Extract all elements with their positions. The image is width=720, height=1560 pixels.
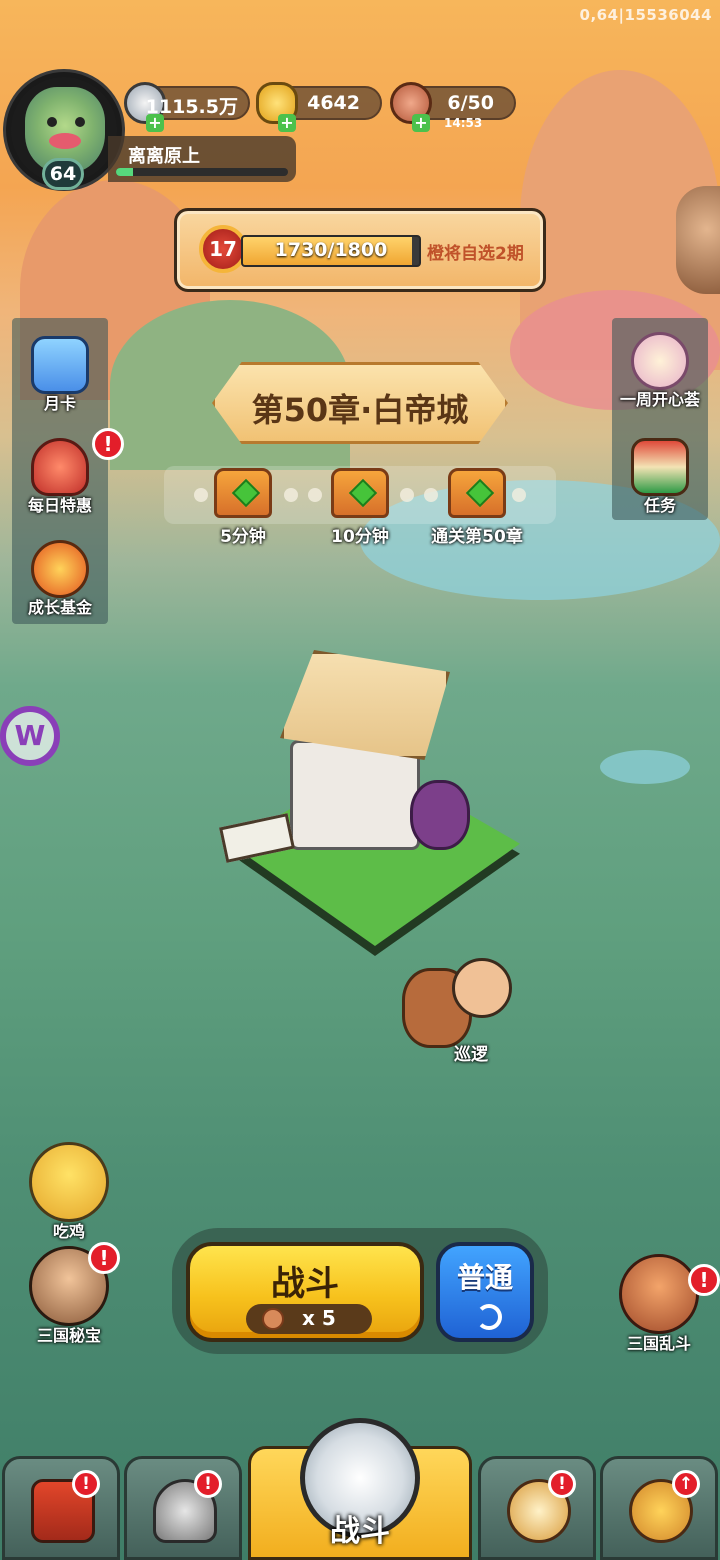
chest-label: 10分钟 xyxy=(331,527,389,547)
scroll-icon xyxy=(631,438,689,496)
difficulty-mode-label: 普通 xyxy=(456,1261,513,1294)
patrol-label: 巡逻 xyxy=(454,1045,488,1065)
patrol-unit[interactable]: 巡逻 xyxy=(402,958,522,1065)
vip-level: 17 xyxy=(199,225,247,273)
silver-resource[interactable]: + 1115.5万 xyxy=(124,82,250,132)
debug-readout: 0,64|15536044 xyxy=(579,6,712,24)
nav-upgrade-alert-icon: ↑ xyxy=(672,1470,700,1498)
chapter-title-banner: 第50章·白帝城 xyxy=(212,362,508,444)
gold-amount: 4642 xyxy=(307,92,360,114)
vip-progress-text: 1730/1800 xyxy=(274,239,388,261)
battle-button[interactable]: 战斗 x 5 xyxy=(186,1242,424,1342)
nav-recruit-alert-icon: ! xyxy=(548,1470,576,1498)
refresh-icon xyxy=(476,1304,502,1330)
progress-dot xyxy=(424,488,438,502)
progress-dot xyxy=(400,488,414,502)
rider-character xyxy=(452,958,512,1018)
chest-reward[interactable]: 10分钟 xyxy=(331,468,389,547)
gem-icon xyxy=(465,478,495,508)
gold-resource[interactable]: + 4642 xyxy=(256,82,382,132)
progress-dot xyxy=(284,488,298,502)
nav-heroes-alert-icon: ! xyxy=(194,1470,222,1498)
stamina-resource[interactable]: + 6/50 14:53 xyxy=(390,82,516,132)
nav-tab-recruit[interactable] xyxy=(478,1456,596,1560)
brawl-icon xyxy=(619,1254,699,1334)
add-stamina-button[interactable]: + xyxy=(412,114,430,132)
avatar-eye xyxy=(75,117,85,127)
battle-button-label: 战斗 xyxy=(271,1264,339,1304)
treasure-alert-icon: ! xyxy=(88,1242,120,1274)
weekly-event-label: 一周开心荟 xyxy=(619,390,700,409)
silver-amount: 1115.5万 xyxy=(145,96,238,118)
chicken-event-entry[interactable]: 吃鸡 xyxy=(14,1142,124,1242)
weekly-event-entry[interactable]: 一周开心荟 xyxy=(610,332,710,410)
avatar-mouth xyxy=(49,133,81,149)
gem-icon xyxy=(348,478,378,508)
player-level-badge: 64 xyxy=(42,158,84,190)
battle-cost-text: x 5 xyxy=(302,1306,336,1330)
chest-label: 通关第50章 xyxy=(431,527,523,547)
progress-dot xyxy=(308,488,322,502)
nav-tab-upgrade[interactable] xyxy=(600,1456,718,1560)
vip-promo-text: 橙将自选2期 xyxy=(427,244,524,264)
meat-icon xyxy=(262,1308,284,1330)
chest-reward[interactable]: 通关第50章 xyxy=(431,468,523,547)
task-entry[interactable]: 任务 xyxy=(610,438,710,516)
daily-deal-label: 每日特惠 xyxy=(27,496,92,515)
treasure-chest-icon xyxy=(331,468,389,518)
chicken-event-label: 吃鸡 xyxy=(52,1222,85,1241)
month-card-entry[interactable]: 月卡 xyxy=(10,336,110,414)
gem-icon xyxy=(231,478,261,508)
player-name: 离离原上 xyxy=(128,146,200,167)
gift-bag-icon xyxy=(31,438,89,496)
chest-reward[interactable]: 5分钟 xyxy=(214,468,272,547)
stamina-amount: 6/50 xyxy=(447,92,494,114)
player-name-bar[interactable]: 离离原上 xyxy=(108,136,296,182)
progress-dot xyxy=(194,488,208,502)
avatar-eye xyxy=(47,117,57,127)
growth-fund-icon xyxy=(31,540,89,598)
advisor-portrait-icon[interactable] xyxy=(676,186,720,294)
battle-cost: x 5 xyxy=(246,1304,372,1334)
stamina-timer: 14:53 xyxy=(444,116,483,130)
nav-city-alert-icon: ! xyxy=(72,1470,100,1498)
daily-deal-alert-icon: ! xyxy=(92,428,124,460)
treasure-chest-icon xyxy=(448,468,506,518)
vulture-character xyxy=(410,780,470,850)
chapter-title: 第50章·白帝城 xyxy=(251,391,469,429)
brawl-alert-icon: ! xyxy=(688,1264,720,1296)
task-label: 任务 xyxy=(643,496,676,515)
difficulty-mode-button[interactable]: 普通 xyxy=(436,1242,534,1342)
add-gold-button[interactable]: + xyxy=(278,114,296,132)
player-exp-fill xyxy=(116,168,134,176)
chicken-dinner-icon xyxy=(29,1142,109,1222)
month-card-label: 月卡 xyxy=(43,394,76,413)
progress-dot xyxy=(512,488,526,502)
player-exp-bar xyxy=(116,168,288,176)
treasure-event-label: 三国秘宝 xyxy=(36,1326,101,1345)
brawl-event-label: 三国乱斗 xyxy=(626,1334,691,1353)
month-card-icon xyxy=(31,336,89,394)
building-base[interactable] xyxy=(290,740,420,850)
background-river xyxy=(600,750,690,784)
growth-fund-entry[interactable]: 成长基金 xyxy=(10,540,110,618)
chest-label: 5分钟 xyxy=(220,527,266,547)
w-logo-icon[interactable]: W xyxy=(0,706,60,766)
weekly-event-icon xyxy=(631,332,689,390)
vip-progress-bar: 1730/1800 xyxy=(241,235,421,267)
treasure-chest-icon xyxy=(214,468,272,518)
vip-banner[interactable]: 17 1730/1800 橙将自选2期 xyxy=(174,208,546,292)
growth-fund-label: 成长基金 xyxy=(27,598,92,617)
